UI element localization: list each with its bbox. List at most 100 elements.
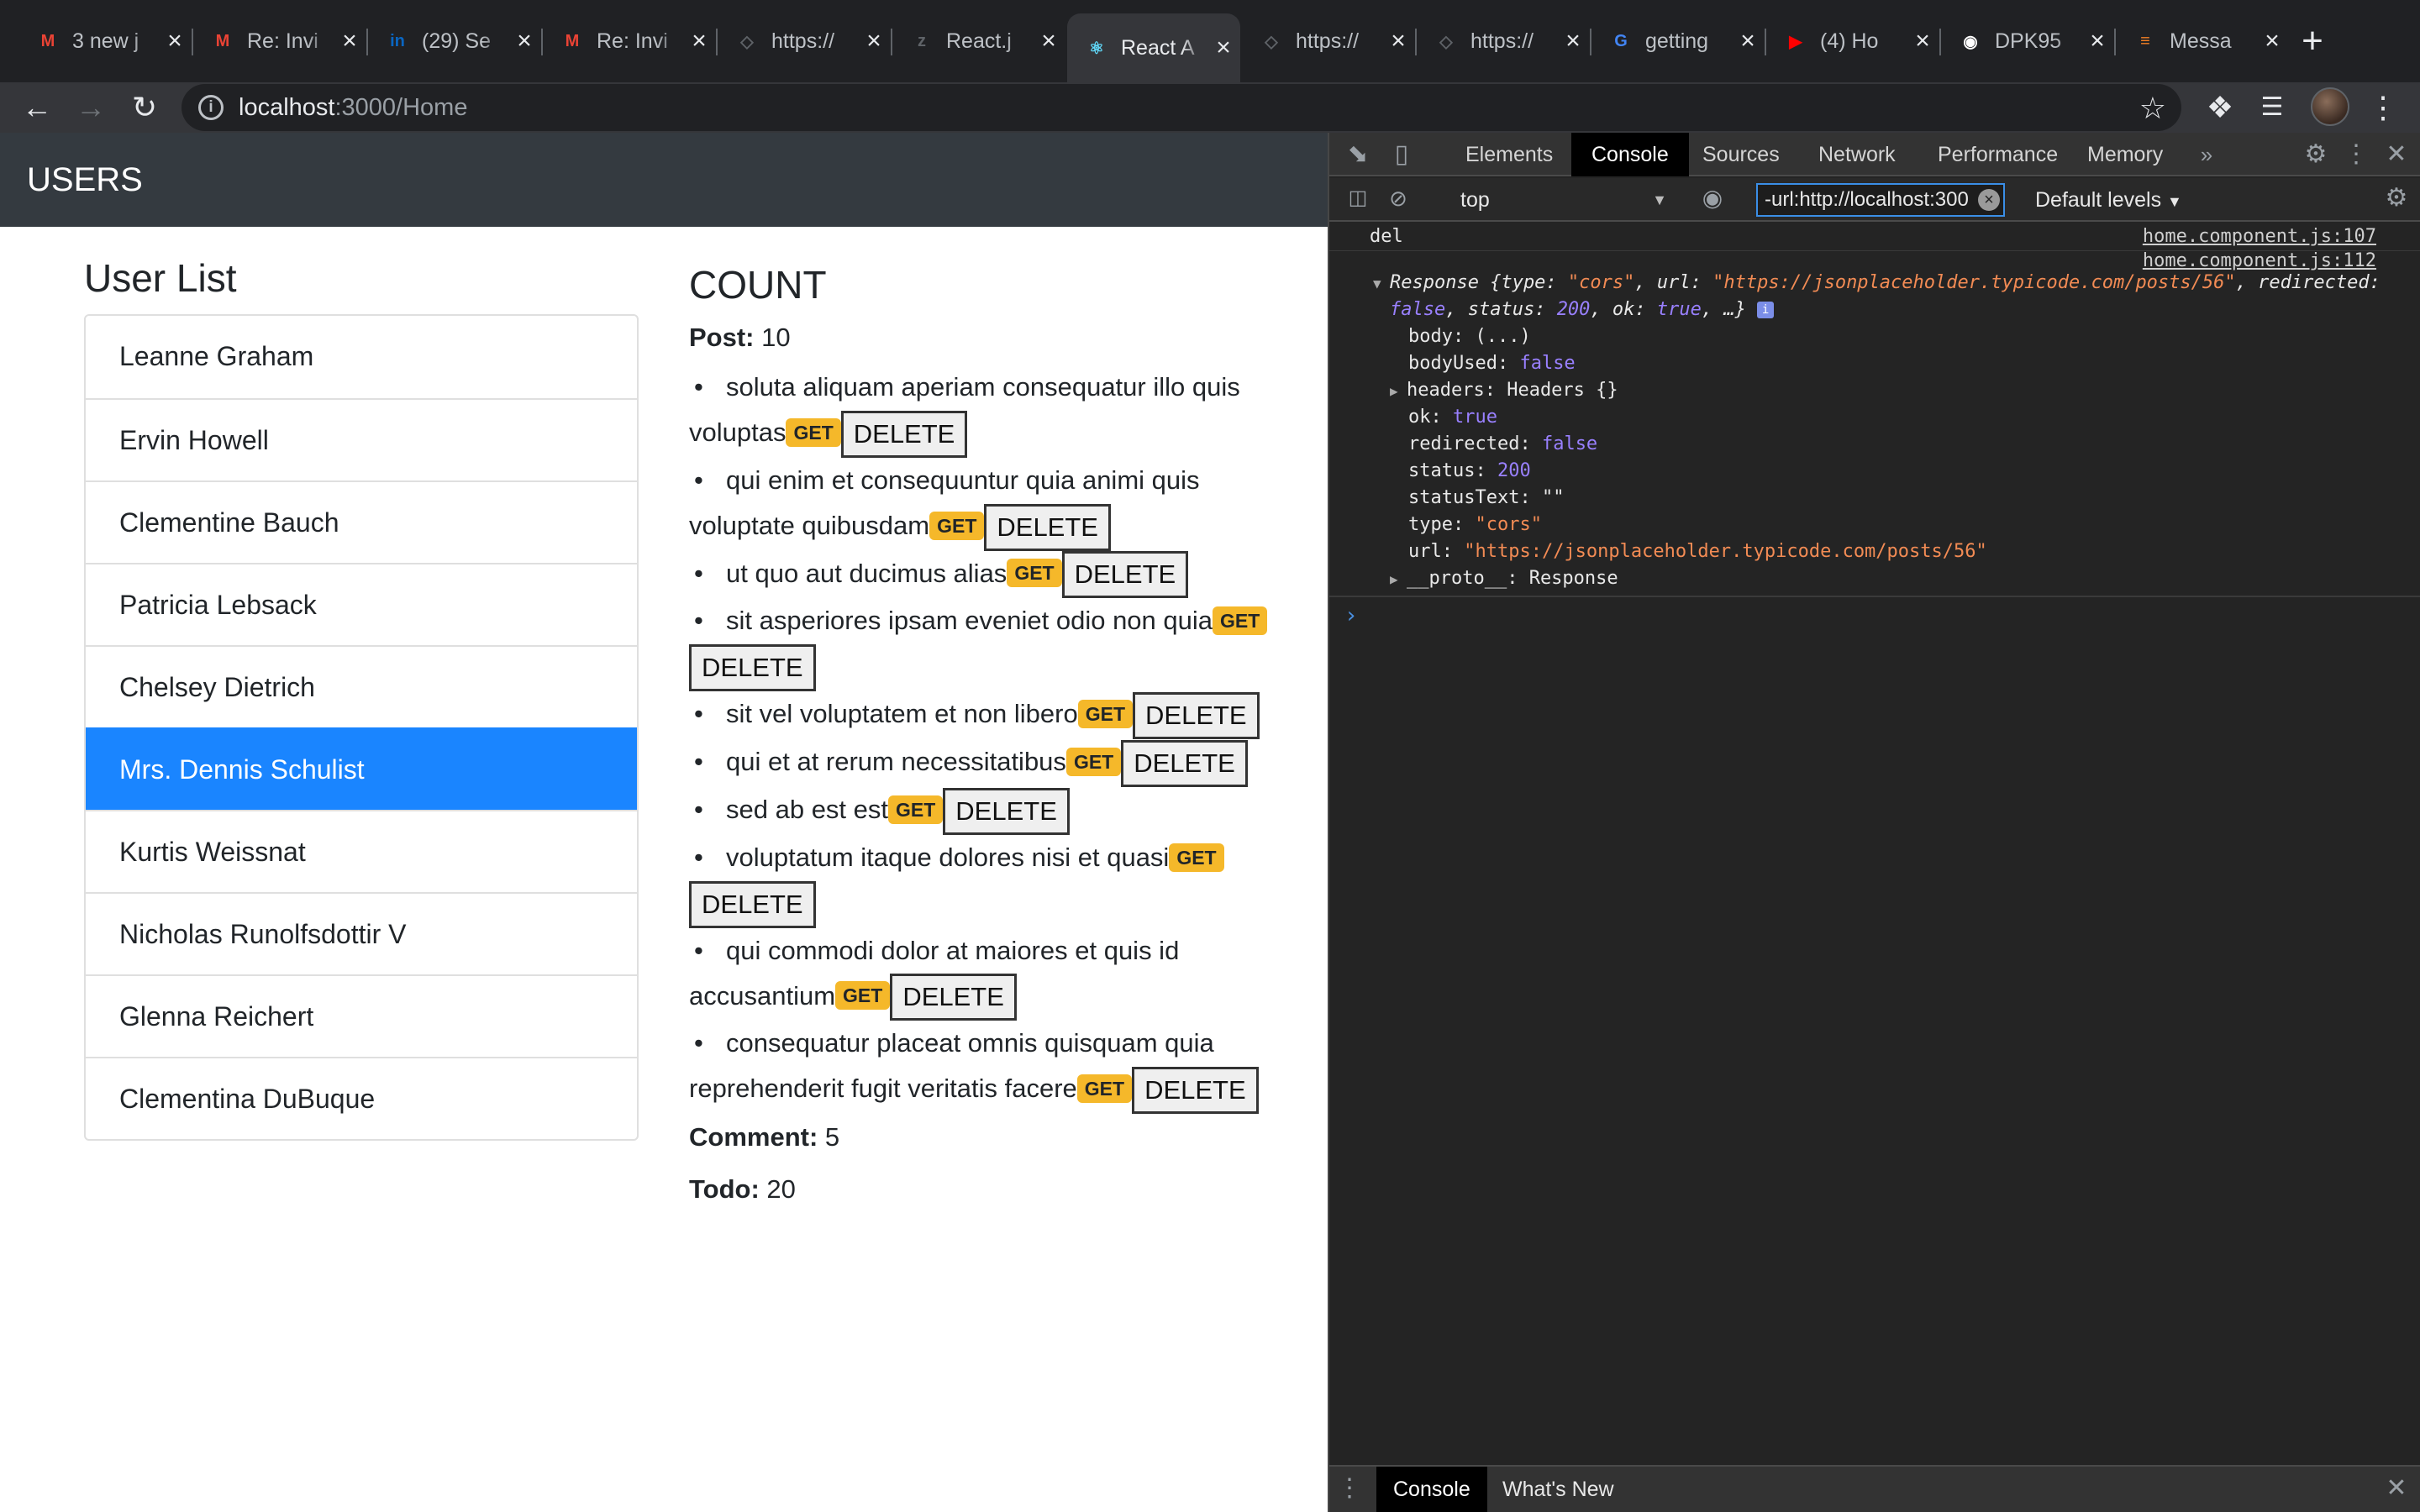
browser-tab[interactable]: ◇ https:// ×	[1417, 15, 1590, 67]
user-list-item[interactable]: Kurtis Weissnat	[86, 810, 637, 892]
devtools-tab-sources[interactable]: Sources	[1682, 133, 1800, 176]
close-tab-icon[interactable]: ×	[1207, 34, 1240, 62]
close-tab-icon[interactable]: ×	[1032, 27, 1065, 55]
close-tab-icon[interactable]: ×	[1731, 27, 1765, 55]
close-drawer-icon[interactable]: ✕	[2380, 1472, 2413, 1505]
more-tabs-icon[interactable]: »	[2190, 138, 2223, 171]
settings-gear-icon[interactable]: ⚙	[2299, 138, 2333, 171]
extensions-puzzle-icon[interactable]: ❖	[2198, 86, 2242, 129]
close-tab-icon[interactable]: ×	[1906, 27, 1939, 55]
prop-proto[interactable]: ▶ __proto__: Response	[1329, 565, 2420, 592]
expand-triangle-icon[interactable]: ▶	[1390, 566, 1407, 593]
close-tab-icon[interactable]: ×	[857, 27, 891, 55]
browser-tab[interactable]: M Re: Invi ×	[543, 15, 716, 67]
user-list-item[interactable]: Chelsey Dietrich	[86, 645, 637, 727]
get-button[interactable]: GET	[929, 511, 985, 540]
address-bar[interactable]: i localhost:3000/Home ☆	[182, 84, 2181, 131]
console-source-link[interactable]: home.component.js:107	[2143, 223, 2376, 250]
browser-tab[interactable]: ≡ Messa ×	[2116, 15, 2289, 67]
url-text[interactable]: localhost:3000/Home	[239, 94, 467, 122]
console-settings-gear-icon[interactable]: ⚙	[2380, 181, 2413, 215]
user-list-item[interactable]: Glenna Reichert	[86, 974, 637, 1057]
expand-triangle-icon[interactable]: ▶	[1390, 378, 1407, 405]
close-tab-icon[interactable]: ×	[508, 27, 541, 55]
info-badge-icon[interactable]: i	[1757, 302, 1775, 318]
user-list-item[interactable]: Patricia Lebsack	[86, 563, 637, 645]
close-tab-icon[interactable]: ×	[2081, 27, 2114, 55]
get-button[interactable]: GET	[1213, 606, 1268, 636]
bookmark-star-icon[interactable]: ☆	[2139, 91, 2166, 126]
console-prompt[interactable]: ›	[1329, 601, 2420, 631]
delete-button[interactable]: DELETE	[1121, 739, 1248, 787]
info-icon[interactable]: i	[198, 95, 224, 120]
delete-button[interactable]: DELETE	[1133, 692, 1260, 740]
delete-button[interactable]: DELETE	[984, 503, 1111, 551]
drawer-menu-icon[interactable]: ⋮	[1333, 1472, 1366, 1505]
close-tab-icon[interactable]: ×	[1381, 27, 1415, 55]
delete-button[interactable]: DELETE	[943, 787, 1070, 835]
close-tab-icon[interactable]: ×	[682, 27, 716, 55]
get-button[interactable]: GET	[835, 981, 891, 1011]
delete-button[interactable]: DELETE	[689, 880, 816, 928]
close-devtools-icon[interactable]: ✕	[2380, 138, 2413, 171]
browser-tab[interactable]: M Re: Invi ×	[193, 15, 366, 67]
profile-avatar[interactable]	[2311, 87, 2349, 126]
browser-tab[interactable]: in (29) Se ×	[368, 15, 541, 67]
get-button[interactable]: GET	[888, 795, 944, 824]
browser-menu-icon[interactable]: ⋮	[2361, 86, 2405, 129]
user-list-item[interactable]: Ervin Howell	[86, 398, 637, 480]
device-toolbar-icon[interactable]: ▯	[1385, 138, 1418, 171]
sidebar-toggle-icon[interactable]: ◫	[1341, 181, 1375, 215]
navbar-brand[interactable]: USERS	[27, 161, 143, 199]
delete-button[interactable]: DELETE	[689, 644, 816, 692]
browser-tab[interactable]: ⚛ React A ×	[1067, 13, 1240, 82]
devtools-tab-performance[interactable]: Performance	[1918, 133, 2078, 176]
browser-tab[interactable]: z React.j ×	[892, 15, 1065, 67]
response-summary[interactable]: ▼ Response {type: "cors", url: "https://j…	[1329, 270, 2420, 297]
get-button[interactable]: GET	[786, 417, 841, 447]
close-tab-icon[interactable]: ×	[333, 27, 366, 55]
user-list-item[interactable]: Nicholas Runolfsdottir V	[86, 892, 637, 974]
browser-tab[interactable]: M 3 new j ×	[18, 15, 192, 67]
close-tab-icon[interactable]: ×	[2255, 27, 2289, 55]
delete-button[interactable]: DELETE	[890, 974, 1017, 1021]
devtools-tab-memory[interactable]: Memory	[2067, 133, 2183, 176]
delete-button[interactable]: DELETE	[1061, 551, 1189, 599]
media-queue-icon[interactable]: ☰	[2250, 86, 2294, 129]
devtools-tab-elements[interactable]: Elements	[1445, 133, 1573, 176]
new-tab-button[interactable]: +	[2294, 20, 2331, 62]
devtools-tab-console[interactable]: Console	[1571, 133, 1689, 176]
get-button[interactable]: GET	[1169, 843, 1224, 872]
log-levels-select[interactable]: Default levels ▼	[2018, 185, 2182, 215]
delete-button[interactable]: DELETE	[1132, 1067, 1259, 1115]
get-button[interactable]: GET	[1007, 559, 1062, 588]
inspect-element-icon[interactable]: ⬊	[1341, 138, 1375, 171]
get-button[interactable]: GET	[1076, 1074, 1133, 1104]
get-button[interactable]: GET	[1077, 700, 1134, 729]
back-arrow-icon[interactable]: ←	[15, 86, 59, 129]
user-list-item[interactable]: Clementine Bauch	[86, 480, 637, 563]
delete-button[interactable]: DELETE	[840, 410, 968, 458]
prop-headers[interactable]: ▶ headers: Headers {}	[1329, 377, 2420, 404]
context-select[interactable]: top ▼	[1449, 185, 1676, 215]
user-list-item[interactable]: Clementina DuBuque	[86, 1057, 637, 1139]
expand-triangle-icon[interactable]: ▼	[1373, 270, 1390, 297]
drawer-tab-console[interactable]: Console	[1376, 1467, 1487, 1512]
browser-tab[interactable]: ◇ https:// ×	[1242, 15, 1415, 67]
devtools-menu-icon[interactable]: ⋮	[2339, 138, 2373, 171]
clear-filter-icon[interactable]: ×	[1978, 189, 2000, 211]
browser-tab[interactable]: ▶ (4) Ho ×	[1766, 15, 1939, 67]
live-expression-eye-icon[interactable]: ◉	[1696, 181, 1729, 215]
forward-arrow-icon[interactable]: →	[69, 86, 113, 129]
reload-icon[interactable]: ↻	[123, 86, 166, 129]
browser-tab[interactable]: ◉ DPK95 ×	[1941, 15, 2114, 67]
devtools-tab-network[interactable]: Network	[1798, 133, 1916, 176]
close-tab-icon[interactable]: ×	[158, 27, 192, 55]
drawer-tab-whats-new[interactable]: What's New	[1486, 1467, 1631, 1512]
browser-tab[interactable]: Ggetting ×	[1591, 15, 1765, 67]
console-filter-input[interactable]: -url:http://localhost:300	[1756, 183, 2005, 217]
clear-console-icon[interactable]: ⊘	[1381, 181, 1415, 215]
user-list-item[interactable]: Leanne Graham	[86, 316, 637, 398]
browser-tab[interactable]: ◇ https:// ×	[718, 15, 891, 67]
get-button[interactable]: GET	[1065, 747, 1122, 776]
